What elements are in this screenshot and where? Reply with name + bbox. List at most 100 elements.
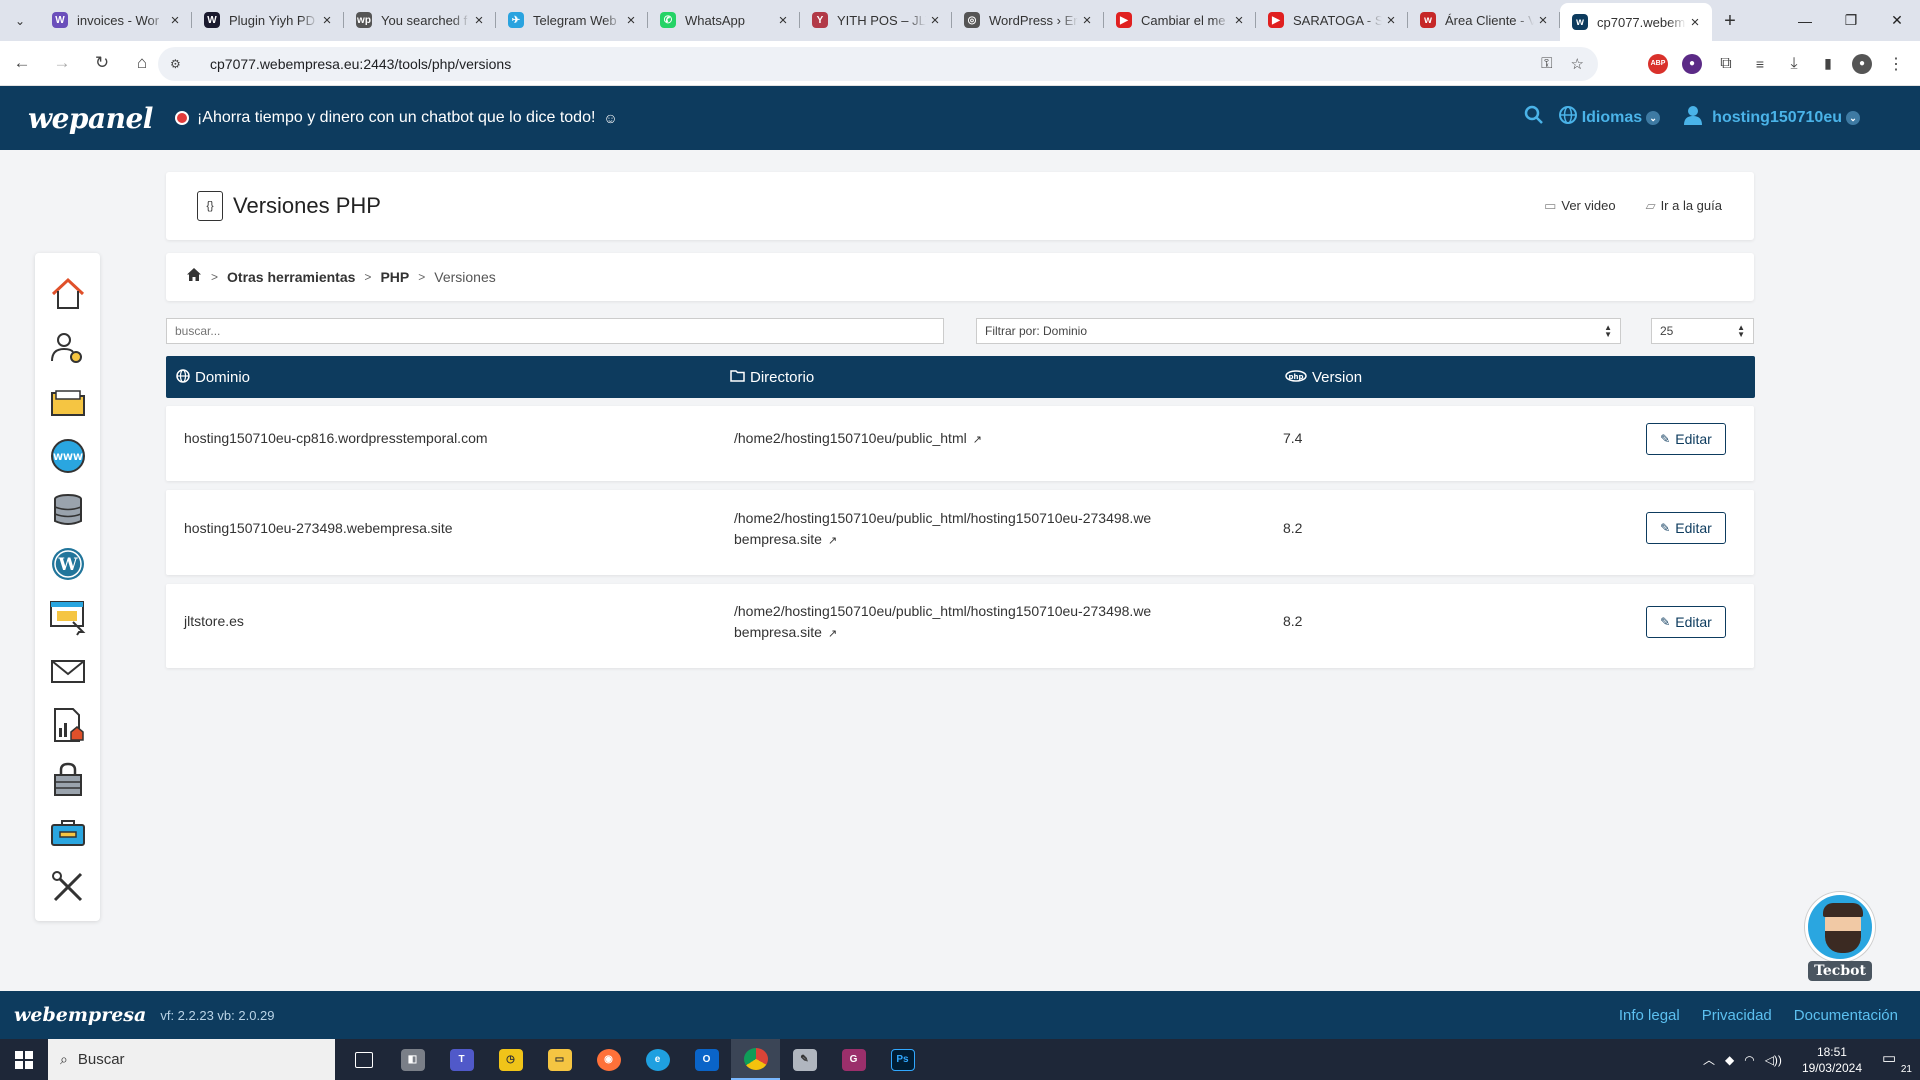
chrome-icon[interactable] bbox=[731, 1039, 780, 1080]
breadcrumb-item[interactable]: Otras herramientas bbox=[227, 269, 355, 285]
tab-close-icon[interactable]: × bbox=[1078, 12, 1096, 29]
external-link-icon[interactable]: ↗ bbox=[973, 434, 982, 446]
back-icon[interactable]: ← bbox=[4, 45, 40, 81]
browser-tab[interactable]: ▶ Cambiar el me × bbox=[1104, 3, 1256, 37]
adblock-extension-icon[interactable]: ABP bbox=[1648, 53, 1668, 74]
mail-icon[interactable] bbox=[48, 652, 88, 691]
taskbar-app-icon[interactable]: ◧ bbox=[388, 1039, 437, 1080]
tray-app-icon[interactable]: ◆ bbox=[1725, 1053, 1734, 1067]
footer-link-legal[interactable]: Info legal bbox=[1619, 1007, 1680, 1024]
cell-directory[interactable]: /home2/hosting150710eu/public_html/hosti… bbox=[734, 601, 1154, 645]
column-domain[interactable]: Dominio bbox=[176, 369, 250, 386]
edit-button[interactable]: ✎ Editar bbox=[1646, 423, 1726, 455]
external-link-icon[interactable]: ↗ bbox=[828, 628, 837, 640]
bookmark-star-icon[interactable]: ☆ bbox=[1571, 55, 1584, 73]
browser-menu-icon[interactable]: ⋮ bbox=[1886, 54, 1906, 74]
url-text[interactable]: cp7077.webempresa.eu:2443/tools/php/vers… bbox=[210, 56, 511, 72]
restore-icon[interactable]: ❐ bbox=[1828, 12, 1874, 29]
firefox-icon[interactable]: ◉ bbox=[584, 1039, 633, 1080]
browser-tab[interactable]: Winvoices - Wor × bbox=[40, 3, 192, 37]
forward-icon[interactable]: → bbox=[44, 45, 80, 81]
address-bar[interactable]: ⚙ cp7077.webempresa.eu:2443/tools/php/ve… bbox=[158, 47, 1598, 81]
tecbot-chat-launcher[interactable]: Tecbot bbox=[1804, 892, 1876, 981]
browser-tab[interactable]: w Área Cliente - V × bbox=[1408, 3, 1560, 37]
directory-link[interactable]: /home2/hosting150710eu/public_html bbox=[734, 430, 967, 446]
tab-close-icon[interactable]: × bbox=[1686, 14, 1704, 31]
folder-icon[interactable] bbox=[48, 383, 88, 422]
windows-start-icon[interactable] bbox=[0, 1039, 48, 1080]
toolbox-icon[interactable] bbox=[48, 813, 88, 852]
search-icon[interactable] bbox=[1524, 105, 1544, 131]
cell-directory[interactable]: /home2/hosting150710eu/public_html/hosti… bbox=[734, 508, 1154, 552]
edge-icon[interactable]: e bbox=[633, 1039, 682, 1080]
tab-close-icon[interactable]: × bbox=[166, 12, 184, 29]
paint-app-icon[interactable]: ✎ bbox=[780, 1039, 829, 1080]
outlook-icon[interactable]: O bbox=[682, 1039, 731, 1080]
task-view-icon[interactable] bbox=[339, 1039, 388, 1080]
extensions-puzzle-icon[interactable]: ⧉ bbox=[1716, 54, 1736, 74]
tools-icon[interactable] bbox=[48, 867, 88, 906]
directory-link[interactable]: /home2/hosting150710eu/public_html/hosti… bbox=[734, 603, 1151, 640]
promo-text[interactable]: ¡Ahorra tiempo y dinero con un chatbot q… bbox=[197, 109, 595, 127]
edit-button[interactable]: ✎ Editar bbox=[1646, 512, 1726, 544]
database-icon[interactable] bbox=[48, 490, 88, 529]
promo-banner[interactable]: ¡Ahorra tiempo y dinero con un chatbot q… bbox=[174, 109, 618, 127]
filter-by-select[interactable]: Filtrar por: Dominio ▲ ▼ bbox=[976, 318, 1621, 344]
home-browser-icon[interactable]: ⌂ bbox=[124, 45, 160, 81]
tab-close-icon[interactable]: × bbox=[774, 12, 792, 29]
browser-tab[interactable]: ✆ WhatsApp × bbox=[648, 3, 800, 37]
browser-tab[interactable]: w cp7077.webem × bbox=[1560, 3, 1712, 41]
taskbar-clock[interactable]: 18:51 19/03/2024 bbox=[1802, 1044, 1862, 1076]
taskbar-search[interactable]: ⌕ Buscar bbox=[48, 1039, 335, 1080]
taskbar-yellow-app-icon[interactable]: ◷ bbox=[486, 1039, 535, 1080]
notifications-icon[interactable]: ▭ 21 bbox=[1882, 1049, 1912, 1075]
reload-icon[interactable]: ↻ bbox=[84, 45, 120, 81]
browser-tab[interactable]: W Plugin Yiyh PD × bbox=[192, 3, 344, 37]
user-menu[interactable]: hosting150710eu ⌄ bbox=[1684, 105, 1860, 131]
external-link-icon[interactable]: ↗ bbox=[828, 535, 837, 547]
wepanel-logo[interactable]: wepanel bbox=[28, 102, 153, 135]
tab-search-chevron-icon[interactable]: ⌄ bbox=[0, 0, 40, 41]
home-icon[interactable] bbox=[48, 275, 88, 314]
media-controls-icon[interactable]: ≡ bbox=[1750, 54, 1770, 74]
language-selector[interactable]: Idiomas ⌄ bbox=[1558, 105, 1661, 131]
tab-close-icon[interactable]: × bbox=[1230, 12, 1248, 29]
tab-close-icon[interactable]: × bbox=[926, 12, 944, 29]
volume-icon[interactable]: ◁)) bbox=[1765, 1053, 1782, 1067]
browser-tab[interactable]: ◎ WordPress › Er × bbox=[952, 3, 1104, 37]
directory-link[interactable]: /home2/hosting150710eu/public_html/hosti… bbox=[734, 510, 1151, 547]
column-version[interactable]: php Version bbox=[1285, 369, 1362, 386]
user-settings-icon[interactable] bbox=[48, 329, 88, 368]
footer-link-privacy[interactable]: Privacidad bbox=[1702, 1007, 1772, 1024]
guide-link[interactable]: ▱ Ir a la guía bbox=[1646, 198, 1722, 214]
www-icon[interactable]: WWW bbox=[48, 436, 88, 475]
breadcrumb-home-icon[interactable] bbox=[186, 267, 202, 287]
tab-close-icon[interactable]: × bbox=[470, 12, 488, 29]
video-link[interactable]: ▭ Ver video bbox=[1544, 198, 1616, 214]
breadcrumb-item[interactable]: PHP bbox=[380, 269, 409, 285]
profile-avatar-icon[interactable]: ● bbox=[1852, 53, 1872, 74]
password-key-icon[interactable]: ⚿ bbox=[1541, 55, 1552, 73]
teams-icon[interactable]: T bbox=[437, 1039, 486, 1080]
minimize-icon[interactable]: — bbox=[1782, 13, 1828, 29]
column-directory[interactable]: Directorio bbox=[730, 369, 814, 386]
browser-tab[interactable]: ▶ SARATOGA - S × bbox=[1256, 3, 1408, 37]
security-icon[interactable] bbox=[48, 759, 88, 798]
wifi-icon[interactable]: ◠ bbox=[1744, 1053, 1754, 1067]
statistics-icon[interactable] bbox=[48, 706, 88, 745]
tray-chevron-up-icon[interactable]: ︿ bbox=[1703, 1051, 1715, 1068]
new-tab-button[interactable]: + bbox=[1712, 10, 1748, 33]
footer-link-docs[interactable]: Documentación bbox=[1794, 1007, 1898, 1024]
edit-button[interactable]: ✎ Editar bbox=[1646, 606, 1726, 638]
site-builder-icon[interactable] bbox=[48, 598, 88, 637]
tab-close-icon[interactable]: × bbox=[318, 12, 336, 29]
search-input[interactable] bbox=[166, 318, 944, 344]
tab-close-icon[interactable]: × bbox=[1382, 12, 1400, 29]
close-window-icon[interactable]: ✕ bbox=[1874, 12, 1920, 29]
photoshop-icon[interactable]: Ps bbox=[878, 1039, 927, 1080]
browser-tab[interactable]: wp You searched f × bbox=[344, 3, 496, 37]
tab-close-icon[interactable]: × bbox=[1534, 12, 1552, 29]
site-info-icon[interactable]: ⚙ bbox=[170, 57, 190, 71]
cell-directory[interactable]: /home2/hosting150710eu/public_html ↗ bbox=[734, 428, 1154, 451]
tab-close-icon[interactable]: × bbox=[622, 12, 640, 29]
